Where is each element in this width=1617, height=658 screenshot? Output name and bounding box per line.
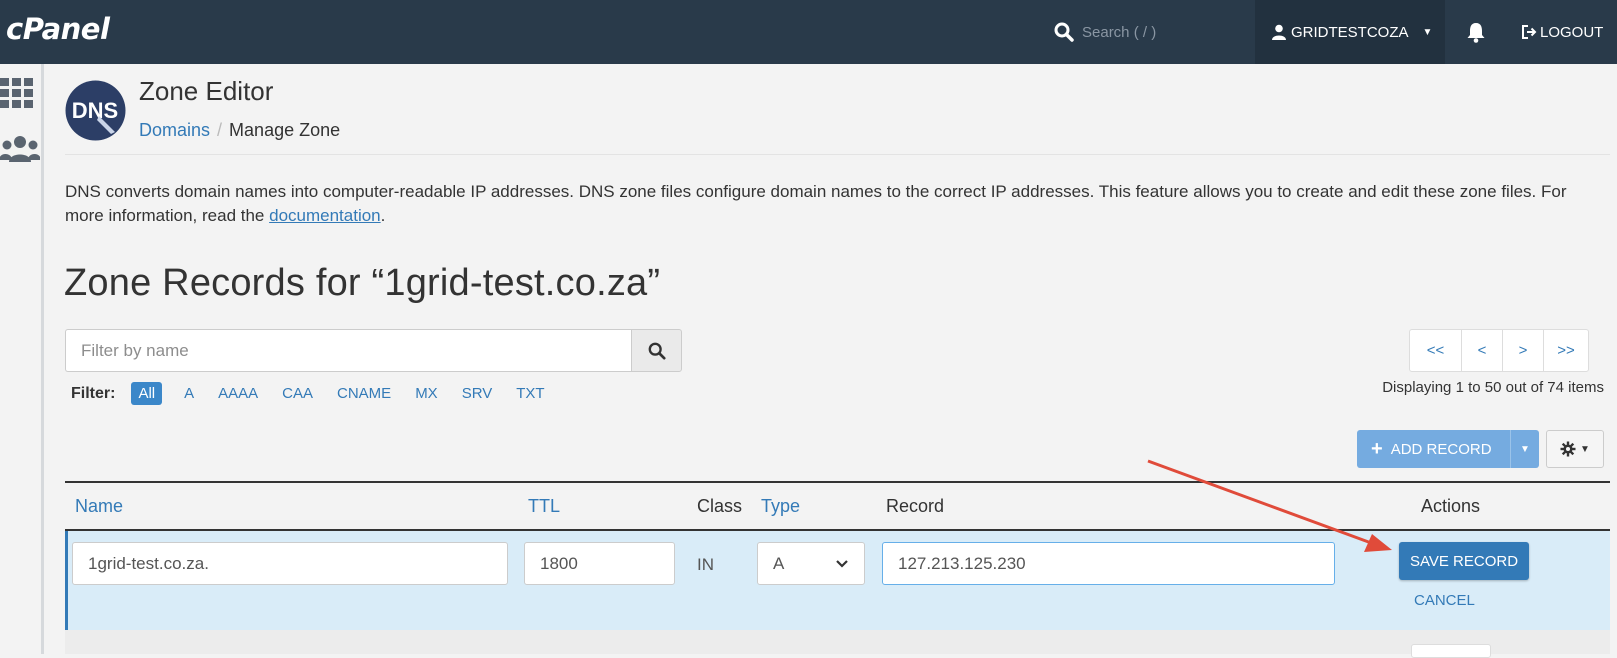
row-action-button[interactable] [1411, 644, 1491, 658]
breadcrumb-current: Manage Zone [229, 120, 341, 140]
record-name-input[interactable] [72, 542, 508, 585]
column-header-type[interactable]: Type [761, 496, 800, 517]
pagination-summary: Displaying 1 to 50 out of 74 items [1382, 379, 1604, 396]
add-record-button[interactable]: + ADD RECORD [1357, 430, 1510, 468]
user-icon [1272, 24, 1286, 40]
dns-zone-editor-logo: DNS [65, 80, 126, 141]
filter-type-caa[interactable]: CAA [282, 385, 313, 402]
cpanel-logo[interactable]: cPanel [6, 12, 110, 46]
bell-icon[interactable] [1462, 18, 1490, 46]
zone-records-heading: Zone Records for “1grid-test.co.za” [64, 262, 661, 304]
breadcrumb: Domains / Manage Zone [139, 120, 340, 141]
column-header-record: Record [886, 496, 945, 516]
filter-type-mx[interactable]: MX [415, 385, 438, 402]
user-menu-button[interactable]: GRIDTESTCOZA ▼ [1255, 0, 1445, 64]
chevron-down-icon [836, 559, 848, 568]
filter-type-a[interactable]: A [184, 385, 194, 402]
pagination: << < > >> [1409, 329, 1589, 372]
description-end: . [380, 206, 386, 225]
chevron-down-icon: ▼ [1422, 26, 1433, 38]
pagination-first-button[interactable]: << [1409, 329, 1462, 372]
record-ttl-input[interactable] [524, 542, 675, 585]
chevron-down-icon: ▼ [1580, 443, 1590, 455]
top-navbar: cPanel GRIDTESTCOZA ▼ LOGOUT [0, 0, 1617, 64]
pagination-last-button[interactable]: >> [1543, 329, 1589, 372]
pagination-prev-button[interactable]: < [1461, 329, 1503, 372]
breadcrumb-domains-link[interactable]: Domains [139, 120, 210, 140]
documentation-link[interactable]: documentation [269, 206, 381, 225]
search-icon [1054, 22, 1074, 42]
filter-type-aaaa[interactable]: AAAA [218, 385, 258, 402]
table-row [65, 630, 1610, 654]
column-header-ttl[interactable]: TTL [528, 496, 560, 517]
logout-icon [1522, 25, 1537, 39]
record-type-filter: Filter: All A AAAA CAA CNAME MX SRV TXT [71, 382, 569, 405]
logout-button[interactable]: LOGOUT [1521, 0, 1603, 64]
plus-icon: + [1371, 437, 1383, 460]
filter-label: Filter: [71, 384, 116, 402]
username-label: GRIDTESTCOZA [1291, 23, 1409, 41]
header-divider [65, 154, 1610, 155]
users-icon[interactable] [0, 132, 40, 172]
filter-search-group [65, 329, 682, 372]
chevron-down-icon: ▼ [1520, 443, 1530, 455]
logout-label: LOGOUT [1540, 23, 1604, 41]
record-value-input[interactable] [882, 542, 1335, 585]
gear-icon [1560, 441, 1576, 457]
filter-type-txt[interactable]: TXT [516, 385, 544, 402]
add-record-dropdown-toggle[interactable]: ▼ [1510, 430, 1539, 468]
description-text: DNS converts domain names into computer-… [65, 180, 1605, 228]
table-top-border [65, 481, 1610, 483]
record-type-select[interactable]: A [757, 542, 865, 585]
record-class-value: IN [697, 555, 714, 574]
filter-type-srv[interactable]: SRV [462, 385, 493, 402]
filter-type-all[interactable]: All [131, 382, 163, 405]
table-settings-button[interactable]: ▼ [1546, 430, 1604, 468]
add-record-label: ADD RECORD [1390, 440, 1492, 458]
filter-search-button[interactable] [631, 329, 682, 372]
record-type-value: A [773, 553, 785, 573]
grid-icon[interactable] [0, 76, 40, 116]
cancel-link[interactable]: CANCEL [1414, 592, 1475, 609]
breadcrumb-separator: / [217, 120, 223, 140]
sidebar [0, 64, 44, 654]
global-search-input[interactable] [1082, 20, 1232, 44]
column-header-class: Class [697, 496, 743, 516]
pagination-next-button[interactable]: > [1502, 329, 1544, 372]
column-header-name[interactable]: Name [75, 496, 123, 517]
page-title: Zone Editor [139, 76, 274, 106]
filter-type-cname[interactable]: CNAME [337, 385, 391, 402]
save-record-button[interactable]: SAVE RECORD [1399, 542, 1529, 580]
filter-by-name-input[interactable] [65, 329, 631, 372]
search-icon [648, 342, 666, 360]
dns-logo-text: DNS [72, 98, 118, 123]
column-header-actions: Actions [1421, 496, 1481, 516]
